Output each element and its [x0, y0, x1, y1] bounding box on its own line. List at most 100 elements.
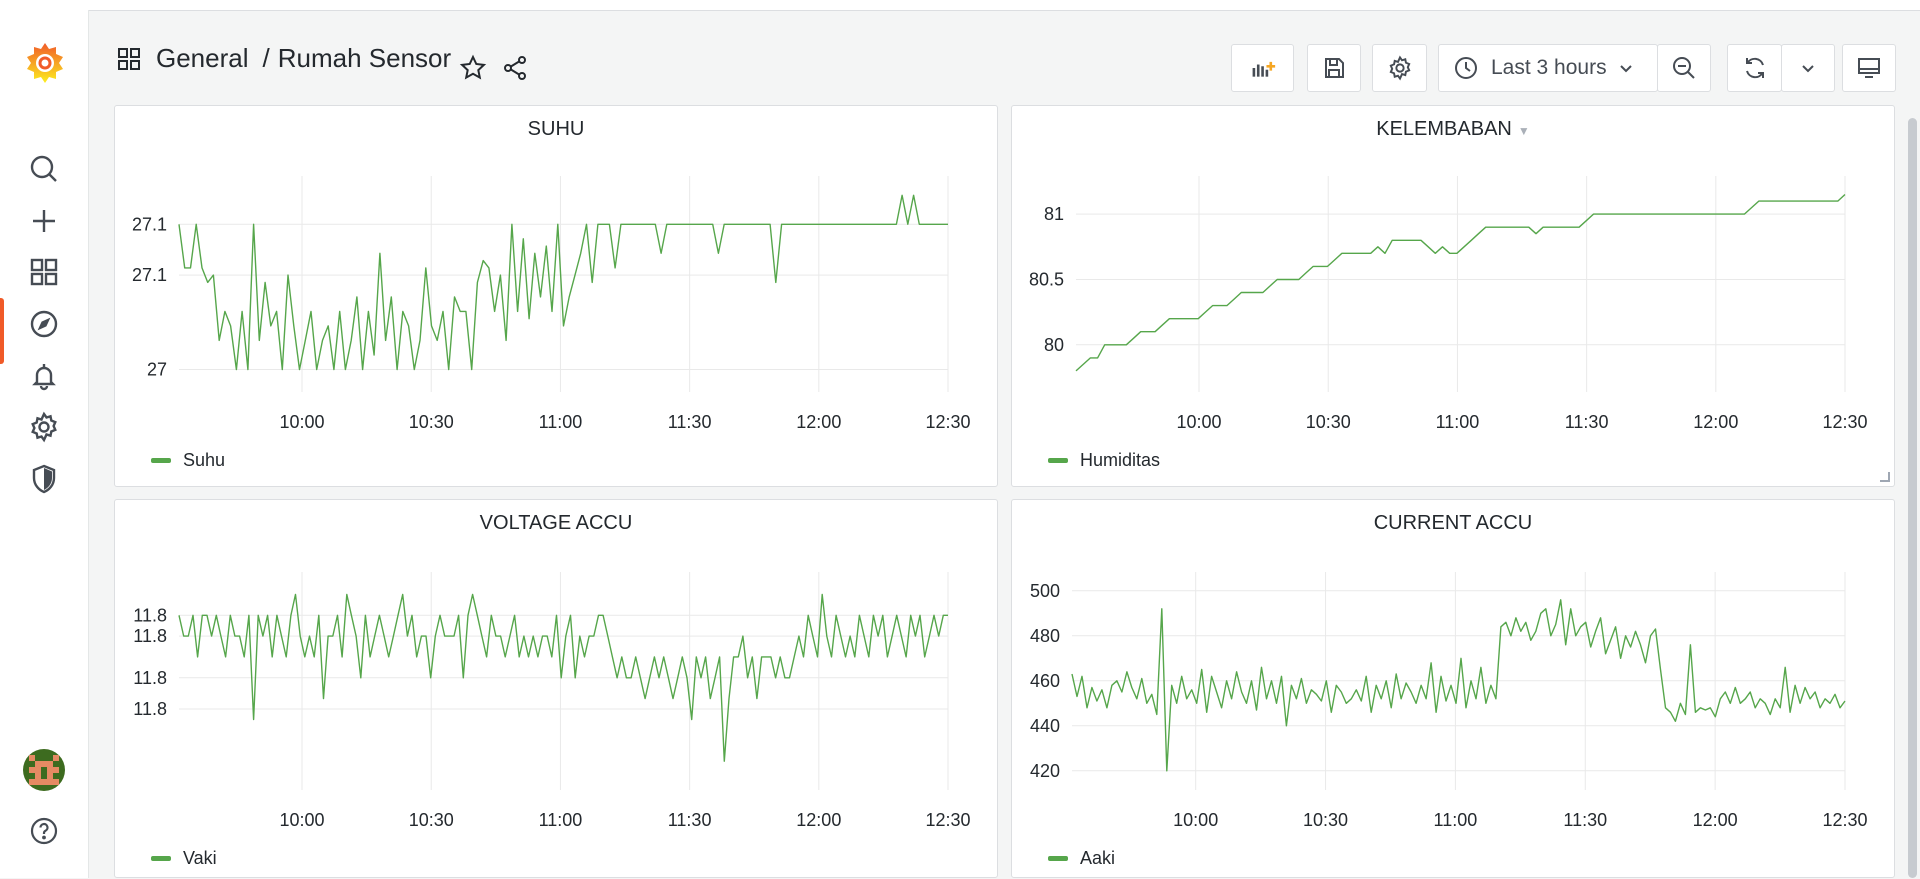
kelembaban-chart[interactable]: 10:00 10:30 11:00 11:30 12:00 12:30 81 80.5 80: [1012, 106, 1896, 488]
zoom-out-button[interactable]: [1657, 44, 1711, 92]
time-range-label: Last 3 hours: [1491, 56, 1607, 79]
gear-icon: [1389, 55, 1410, 81]
series-line-aaki[interactable]: [1071, 599, 1846, 772]
refresh-interval-dropdown[interactable]: [1781, 44, 1835, 92]
y-tick-label: 11.8: [133, 626, 167, 646]
x-tick-label: 12:00: [796, 412, 841, 432]
explore-compass-icon[interactable]: [22, 302, 66, 346]
side-menu: [0, 10, 89, 878]
add-panel-button[interactable]: [1231, 44, 1294, 92]
search-icon[interactable]: [22, 147, 66, 191]
legend-label: Aaki: [1080, 848, 1116, 868]
star-icon[interactable]: [459, 54, 487, 82]
x-tick-label: 12:00: [1693, 412, 1738, 432]
y-tick-label: 80.5: [1029, 269, 1064, 289]
chevron-down-icon: [1619, 65, 1632, 73]
dashboards-icon[interactable]: [22, 250, 66, 294]
current-chart[interactable]: 10:00 10:30 11:00 11:30 12:00 12:30 500 480 460 4…: [1012, 500, 1896, 879]
voltage-chart[interactable]: 10:00 10:30 11:00 11:30 12:00 12:3011.811.811…: [115, 500, 999, 879]
chevron-down-icon: [1802, 65, 1814, 73]
legend-label: Vaki: [183, 848, 217, 868]
breadcrumb-dashboard-title[interactable]: Rumah Sensor: [278, 43, 451, 74]
legend-label: Humiditas: [1080, 450, 1161, 470]
time-picker-button[interactable]: Last 3 hours: [1438, 44, 1658, 92]
legend-swatch: [1048, 856, 1068, 861]
x-tick-label: 12:30: [1822, 412, 1867, 432]
save-icon: [1325, 58, 1344, 78]
x-tick-label: 11:30: [668, 810, 712, 830]
y-tick-label: 27.1: [132, 214, 167, 234]
user-avatar[interactable]: [23, 749, 65, 791]
configuration-gear-icon[interactable]: [22, 405, 66, 449]
x-tick-label: 12:30: [925, 412, 970, 432]
dashboard-navbar: General / Rumah Sensor Last 3 hours: [88, 10, 1920, 106]
x-tick-label: 10:30: [1306, 412, 1351, 432]
y-tick-label: 11.8: [133, 605, 167, 625]
y-tick-label: 480: [1030, 626, 1060, 646]
y-tick-label: 460: [1030, 671, 1060, 691]
plus-icon[interactable]: [22, 199, 66, 243]
y-tick-label: 420: [1030, 761, 1060, 781]
x-tick-label: 10:00: [280, 810, 325, 830]
x-tick-label: 10:00: [280, 412, 325, 432]
zoom-out-icon: [1673, 57, 1695, 79]
x-tick-label: 11:30: [1565, 412, 1609, 432]
y-tick-label: 440: [1030, 716, 1060, 736]
x-tick-label: 11:30: [1563, 810, 1607, 830]
dashboard-settings-button[interactable]: [1372, 44, 1427, 92]
panel-kelembaban[interactable]: KELEMBABAN ▼ 10:00 10:30 11:00 11:30 12:00 12:…: [1011, 105, 1895, 487]
legend-item[interactable]: Suhu: [151, 450, 225, 471]
breadcrumb: General / Rumah Sensor: [116, 43, 451, 74]
x-tick-label: 10:00: [1177, 412, 1222, 432]
panel-suhu[interactable]: SUHU 10:00 10:30 11:00 11:30 12:00 12:30 27.1 2…: [114, 105, 998, 487]
grafana-logo-icon[interactable]: [22, 40, 68, 86]
legend-swatch: [151, 458, 171, 463]
panel-current-accu[interactable]: CURRENT ACCU 10:00 10:30 11:00 11:30 12:00 12…: [1011, 499, 1895, 878]
y-tick-label: 500: [1030, 581, 1060, 601]
panel-voltage-accu[interactable]: VOLTAGE ACCU 10:00 10:30 11:00 11:30 12:00 12…: [114, 499, 998, 878]
x-tick-label: 10:30: [409, 810, 454, 830]
save-dashboard-button[interactable]: [1307, 44, 1361, 92]
x-tick-label: 12:30: [1822, 810, 1867, 830]
monitor-icon: [1858, 58, 1880, 78]
add-panel-icon: [1252, 61, 1275, 77]
breadcrumb-folder[interactable]: General: [156, 43, 249, 74]
x-tick-label: 10:30: [1303, 810, 1348, 830]
y-tick-label: 11.8: [133, 699, 167, 719]
x-tick-label: 11:00: [1436, 412, 1480, 432]
dashboard-grid-icon: [118, 47, 140, 70]
series-line-suhu[interactable]: [178, 194, 948, 371]
y-tick-label: 27.1: [132, 265, 167, 285]
legend-item[interactable]: Vaki: [151, 848, 217, 869]
shield-icon[interactable]: [22, 457, 66, 501]
x-tick-label: 11:00: [539, 412, 583, 432]
suhu-chart[interactable]: 10:00 10:30 11:00 11:30 12:00 12:30 27.1 27.1 27: [115, 106, 999, 488]
x-tick-label: 11:00: [1434, 810, 1478, 830]
refresh-button[interactable]: [1727, 44, 1782, 92]
x-tick-label: 10:30: [409, 412, 454, 432]
x-tick-label: 12:00: [796, 810, 841, 830]
clock-icon: [1455, 57, 1477, 79]
active-nav-marker: [0, 298, 4, 364]
y-tick-label: 80: [1044, 335, 1064, 355]
refresh-icon: [1745, 57, 1764, 79]
x-tick-label: 11:30: [668, 412, 712, 432]
y-tick-label: 27: [147, 359, 167, 379]
y-tick-label: 81: [1044, 204, 1064, 224]
legend-item[interactable]: Humiditas: [1048, 450, 1160, 471]
page-scrollbar[interactable]: [1908, 118, 1917, 878]
cycle-view-mode-button[interactable]: [1842, 44, 1896, 92]
x-tick-label: 11:00: [539, 810, 583, 830]
legend-label: Suhu: [183, 450, 226, 470]
panel-resize-handle[interactable]: [1880, 472, 1890, 482]
legend-item[interactable]: Aaki: [1048, 848, 1115, 869]
help-icon[interactable]: [22, 809, 66, 853]
breadcrumb-separator: /: [262, 43, 270, 73]
legend-swatch: [151, 856, 171, 861]
x-tick-label: 12:30: [925, 810, 970, 830]
y-tick-label: 11.8: [133, 668, 167, 688]
x-tick-label: 12:00: [1693, 810, 1738, 830]
alerting-bell-icon[interactable]: [22, 354, 66, 398]
x-tick-label: 10:00: [1173, 810, 1218, 830]
share-icon[interactable]: [501, 54, 529, 82]
